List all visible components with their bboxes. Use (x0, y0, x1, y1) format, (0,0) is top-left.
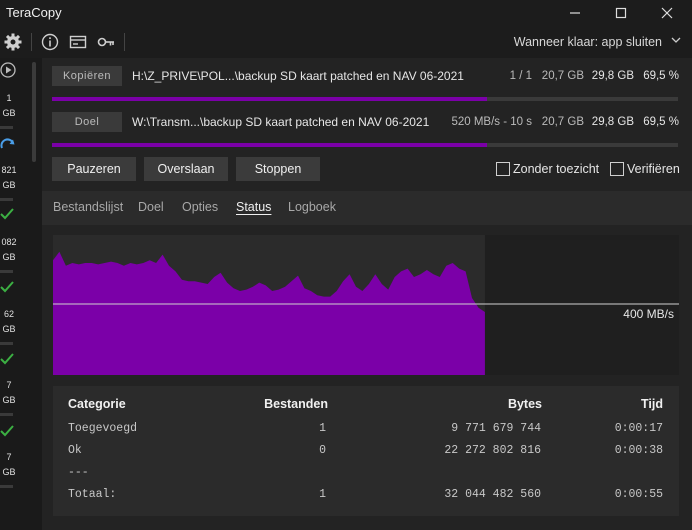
queue-count: 082 (1, 237, 17, 247)
minimize-button[interactable] (552, 0, 598, 26)
queue-size: GB (2, 324, 16, 334)
check-icon (0, 280, 14, 297)
queue-progress (0, 413, 13, 416)
target-total: 29,8 GB (591, 116, 634, 128)
queue-progress (0, 126, 13, 129)
header-files: Bestanden (264, 397, 328, 411)
gear-icon (4, 33, 22, 51)
tab-status[interactable]: Status (236, 200, 271, 214)
toolbar-separator (31, 33, 32, 51)
verify-checkbox[interactable] (610, 162, 624, 176)
unattended-label: Zonder toezicht (513, 162, 600, 176)
header-category: Categorie (68, 397, 126, 411)
source-path: H:\Z_PRIVE\POL...\backup SD kaart patche… (132, 69, 464, 83)
row-bytes: 22 272 802 816 (444, 444, 541, 457)
queue-count: 7 (6, 380, 12, 390)
close-button[interactable] (644, 0, 690, 26)
stop-button[interactable]: Stoppen (236, 157, 320, 181)
play-icon[interactable] (0, 62, 16, 81)
tab-target[interactable]: Doel (138, 200, 164, 214)
queue-count: 62 (3, 309, 14, 319)
info-icon (41, 33, 59, 51)
queue-count: 821 (1, 165, 17, 175)
toolbar-separator (124, 33, 125, 51)
check-icon (0, 207, 14, 224)
minimize-icon (570, 12, 580, 14)
row-bytes: 9 771 679 744 (451, 422, 541, 435)
queue-progress (0, 342, 13, 345)
card-icon (69, 35, 87, 49)
copy-source-button[interactable]: Kopiëren (52, 66, 122, 86)
row-files: 1 (319, 488, 326, 501)
header-time: Tijd (641, 397, 663, 411)
queue-size: GB (2, 108, 16, 118)
row-time: 0:00:38 (614, 444, 663, 457)
chart-remaining-area (484, 235, 679, 375)
queue-count: 1 (6, 93, 12, 103)
target-speed: 520 MB/s - 10 s (451, 116, 532, 128)
close-icon (661, 7, 673, 19)
source-percent: 69,5 % (643, 70, 679, 82)
source-progress-fill (52, 97, 488, 101)
speed-chart: 400 MB/s (53, 235, 679, 375)
source-total: 29,8 GB (591, 70, 634, 82)
stats-table (53, 386, 679, 516)
header-bytes: Bytes (507, 397, 542, 411)
skip-button[interactable]: Overslaan (144, 157, 228, 181)
row-category: Ok (68, 444, 82, 457)
source-progress-track (52, 97, 678, 101)
chevron-down-icon (670, 34, 682, 49)
tab-log[interactable]: Logboek (288, 200, 336, 214)
settings-button[interactable] (3, 32, 23, 52)
target-progress-track (52, 143, 678, 147)
queue-count: 7 (6, 452, 12, 462)
queue-progress (0, 270, 13, 273)
queue-progress (0, 485, 13, 488)
sync-icon (0, 138, 16, 157)
row-separator: --- (68, 466, 89, 479)
verify-label: Verifiëren (627, 162, 680, 176)
source-files: 1 / 1 (509, 70, 532, 82)
check-icon (0, 424, 14, 441)
queue-progress (0, 198, 13, 201)
tab-options[interactable]: Opties (182, 200, 218, 214)
app-title: TeraCopy (6, 5, 62, 20)
info-button[interactable] (40, 32, 60, 52)
when-done-dropdown[interactable]: Wanneer klaar: app sluiten (514, 35, 662, 49)
row-category: Totaal: (68, 488, 117, 501)
tab-file-list[interactable]: Bestandslijst (53, 200, 123, 214)
maximize-button[interactable] (598, 0, 644, 26)
source-done: 20,7 GB (541, 70, 584, 82)
row-files: 1 (319, 422, 326, 435)
queue-size: GB (2, 467, 16, 477)
key-button[interactable] (96, 32, 116, 52)
queue-size: GB (2, 252, 16, 262)
row-category: Toegevoegd (68, 422, 138, 435)
maximize-icon (615, 7, 627, 19)
target-path: W:\Transm...\backup SD kaart patched en … (132, 115, 430, 129)
target-done: 20,7 GB (541, 116, 584, 128)
row-time: 0:00:55 (614, 488, 663, 501)
queue-size: GB (2, 395, 16, 405)
unattended-checkbox[interactable] (496, 162, 510, 176)
target-percent: 69,5 % (643, 116, 679, 128)
pause-button[interactable]: Pauzeren (52, 157, 136, 181)
row-time: 0:00:17 (614, 422, 663, 435)
queue-scrollbar[interactable] (32, 62, 36, 162)
row-bytes: 32 044 482 560 (444, 488, 541, 501)
target-progress-fill (52, 143, 488, 147)
row-files: 0 (319, 444, 326, 457)
key-icon (97, 37, 114, 47)
speed-label: 400 MB/s (623, 307, 674, 321)
target-button[interactable]: Doel (52, 112, 122, 132)
check-icon (0, 352, 14, 369)
license-button[interactable] (68, 32, 88, 52)
queue-size: GB (2, 180, 16, 190)
